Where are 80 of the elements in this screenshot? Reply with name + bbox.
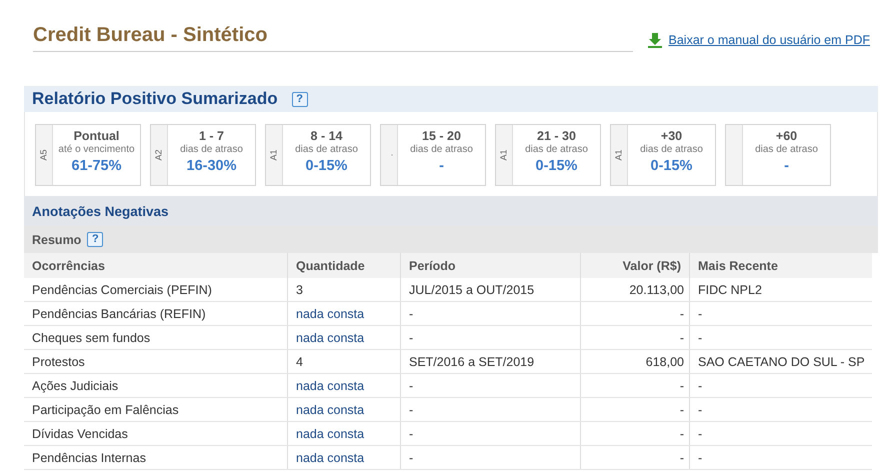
table-cell: - <box>580 326 690 350</box>
card-subtitle: dias de atraso <box>294 144 359 155</box>
table-cell: - <box>400 374 580 398</box>
column-header: Ocorrências <box>24 253 288 278</box>
card-value: 0-15% <box>304 158 348 174</box>
help-button[interactable]: ? <box>292 92 308 106</box>
table-cell: - <box>690 422 872 446</box>
table-cell: 618,00 <box>580 350 690 374</box>
table-cell: Pendências Comerciais (PEFIN) <box>24 278 288 302</box>
card-title: 21 - 30 <box>536 129 577 143</box>
rating-code-strip: A1 <box>266 125 283 185</box>
card-title: +30 <box>660 129 684 143</box>
column-header: Quantidade <box>288 253 400 278</box>
card-value: 61-75% <box>70 158 122 174</box>
column-header: Mais Recente <box>690 253 872 278</box>
table-cell: - <box>690 374 872 398</box>
table-cell: Protestos <box>24 350 288 374</box>
subsection-title: Resumo <box>32 232 82 246</box>
table-cell: - <box>400 422 580 446</box>
card-subtitle: dias de atraso <box>524 144 589 155</box>
table-cell: - <box>580 374 690 398</box>
table-cell: - <box>690 326 872 350</box>
rating-code-strip: . <box>381 125 398 185</box>
status-link[interactable]: nada consta <box>288 398 400 422</box>
column-header: Valor (R$) <box>580 253 690 278</box>
card-subtitle: dias de atraso <box>409 144 474 155</box>
rating-code-strip: A2 <box>151 125 168 185</box>
table-cell: - <box>400 302 580 326</box>
table-cell: - <box>400 446 580 470</box>
card-value: 16-30% <box>186 158 238 174</box>
table-cell: - <box>690 398 872 422</box>
table-cell: - <box>580 422 690 446</box>
table-cell: 4 <box>288 350 400 374</box>
table-cell: Pendências Internas <box>24 446 288 470</box>
table-cell: Pendências Bancárias (REFIN) <box>24 302 288 326</box>
rating-code-strip: A5 <box>36 125 53 185</box>
card-title: 8 - 14 <box>310 129 344 143</box>
card-title: Pontual <box>72 129 120 143</box>
status-link[interactable]: nada consta <box>288 302 400 326</box>
card-subtitle: dias de atraso <box>639 144 704 155</box>
status-link[interactable]: nada consta <box>288 446 400 470</box>
card-value: 0-15% <box>534 158 578 174</box>
status-link[interactable]: nada consta <box>288 326 400 350</box>
help-button[interactable]: ? <box>87 232 104 247</box>
column-header: Período <box>400 253 580 278</box>
card-title: 1 - 7 <box>198 129 225 143</box>
section-title: Relatório Positivo Sumarizado <box>32 89 278 109</box>
table-cell: SET/2016 a SET/2019 <box>400 350 580 374</box>
table-cell: - <box>690 302 872 326</box>
table-cell: Ações Judiciais <box>24 374 288 398</box>
status-link[interactable]: nada consta <box>288 374 400 398</box>
card-title: 15 - 20 <box>421 129 462 143</box>
table-cell: Dívidas Vencidas <box>24 422 288 446</box>
table-cell: 3 <box>288 278 400 302</box>
section-title: Anotações Negativas <box>32 204 169 218</box>
card-title: +60 <box>774 129 798 143</box>
card-subtitle: até o vencimento <box>57 144 136 155</box>
table-cell: - <box>580 446 690 470</box>
table-cell: JUL/2015 a OUT/2015 <box>400 278 580 302</box>
rating-code-strip: A1 <box>611 125 628 185</box>
table-cell: - <box>400 326 580 350</box>
card-value: 0-15% <box>650 158 694 174</box>
table-cell: 20.113,00 <box>580 278 690 302</box>
card-value: - <box>783 158 790 174</box>
card-subtitle: dias de atraso <box>754 144 819 155</box>
page-title: Credit Bureau - Sintético <box>33 24 633 52</box>
card-value: - <box>438 158 445 174</box>
table-cell: Cheques sem fundos <box>24 326 288 350</box>
rating-code-strip: A1 <box>496 125 513 185</box>
status-link[interactable]: nada consta <box>288 422 400 446</box>
table-cell: FIDC NPL2 <box>690 278 872 302</box>
table-cell: SAO CAETANO DO SUL - SP <box>690 350 872 374</box>
table-cell: - <box>580 398 690 422</box>
table-cell: - <box>690 446 872 470</box>
card-subtitle: dias de atraso <box>179 144 244 155</box>
table-cell: - <box>580 302 690 326</box>
table-cell: Participação em Falências <box>24 398 288 422</box>
table-cell: - <box>400 398 580 422</box>
download-icon <box>646 32 663 48</box>
manual-download-link[interactable]: Baixar o manual do usuário em PDF <box>646 32 870 52</box>
